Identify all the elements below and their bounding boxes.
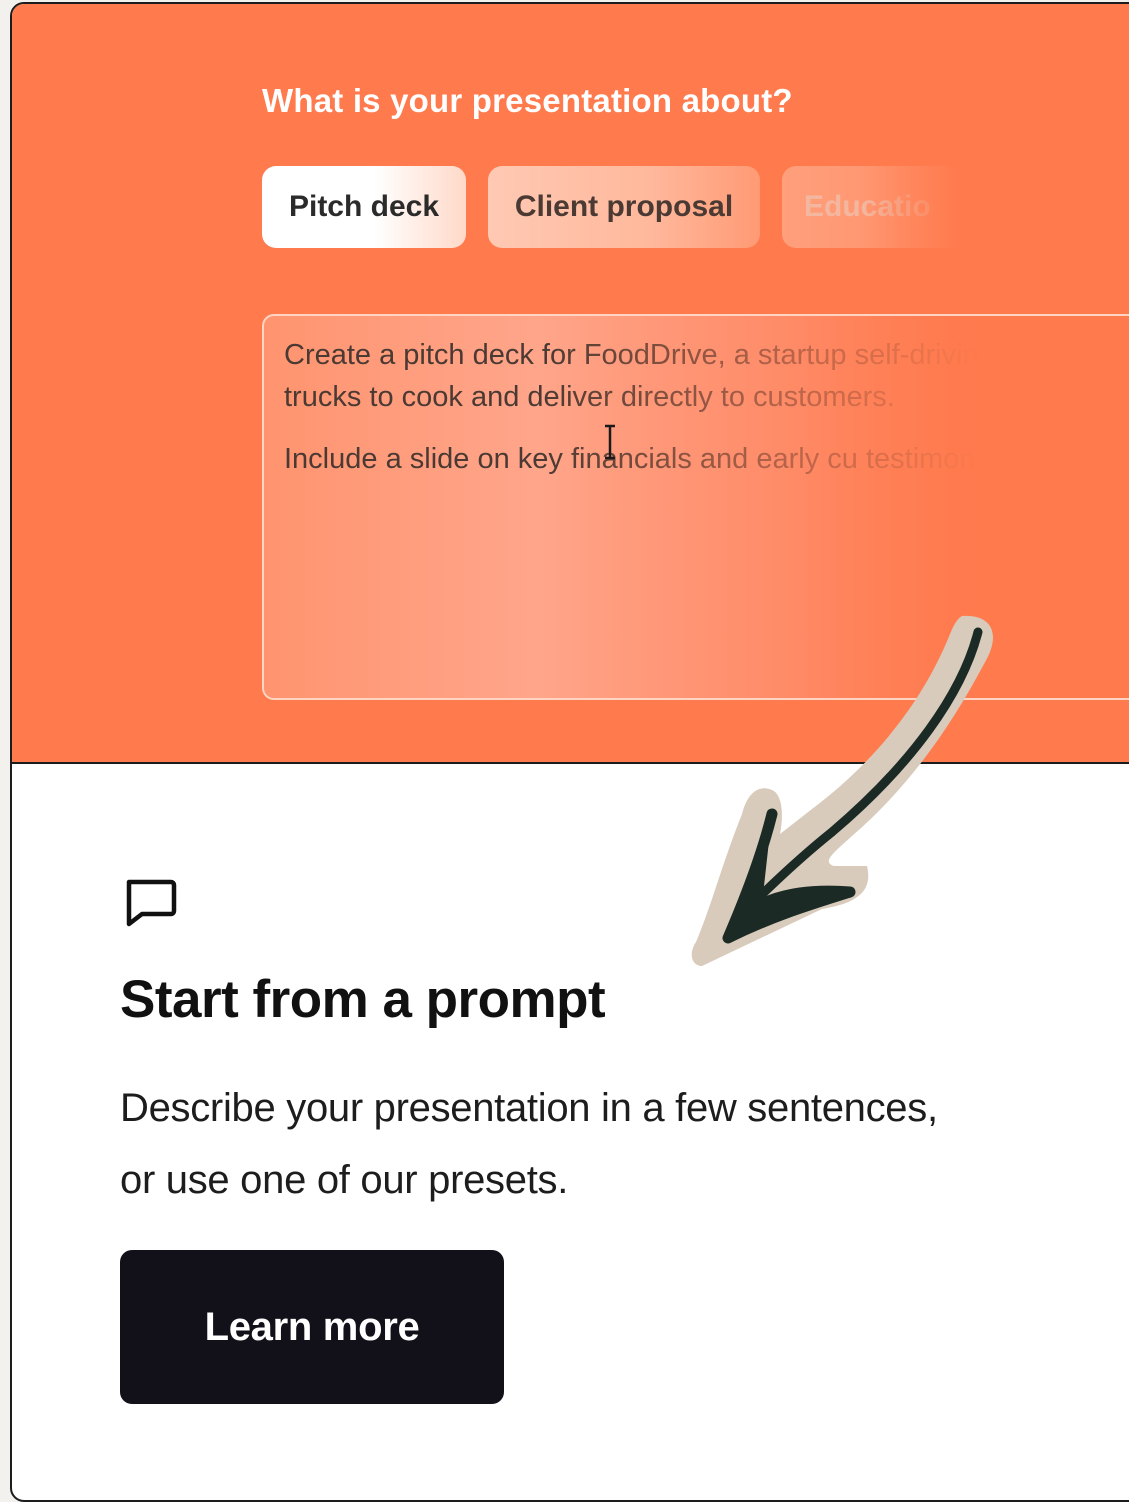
text-cursor-icon	[605, 424, 615, 460]
preset-chips: Pitch deck Client proposal Educatio	[262, 166, 962, 250]
hand-drawn-arrow-icon	[691, 615, 993, 966]
prompt-paragraph-2: Include a slide on key financials and ea…	[284, 443, 1028, 475]
hero-question: What is your presentation about?	[262, 82, 793, 119]
prompt-paragraph-1: Create a pitch deck for FoodDrive, a sta…	[284, 339, 1060, 413]
chips-fade-overlay	[862, 166, 962, 250]
preset-chip-pitch-deck[interactable]: Pitch deck	[262, 166, 466, 248]
prompt-text: Create a pitch deck for FoodDrive, a sta…	[284, 334, 1129, 500]
feature-card: What is your presentation about? Pitch d…	[10, 2, 1129, 1502]
feature-description: Describe your presentation in a few sent…	[120, 1086, 938, 1202]
preset-chip-client-proposal[interactable]: Client proposal	[488, 166, 760, 248]
feature-title: Start from a prompt	[120, 970, 606, 1029]
learn-more-button[interactable]: Learn more	[120, 1250, 504, 1404]
chat-bubble-icon	[126, 879, 177, 927]
